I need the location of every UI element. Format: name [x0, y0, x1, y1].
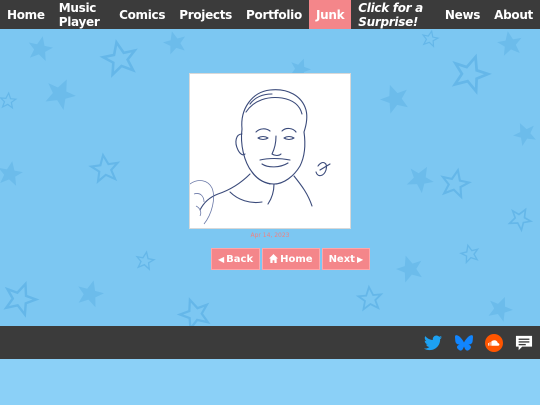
page-bottom	[0, 359, 540, 405]
main-navbar: Home Music Player Comics Projects Portfo…	[0, 0, 540, 29]
nav-home[interactable]: Home	[0, 0, 52, 29]
footer-bar	[0, 326, 540, 359]
twitter-icon[interactable]	[423, 333, 443, 353]
back-button-label: Back	[226, 253, 254, 265]
nav-music-player[interactable]: Music Player	[52, 0, 112, 29]
back-button[interactable]: ◀ Back	[211, 248, 261, 270]
next-button-label: Next	[328, 253, 355, 265]
post-navigation: ◀ Back Home Next ▶	[211, 248, 371, 270]
caret-left-icon: ◀	[218, 254, 225, 264]
home-icon	[269, 253, 279, 265]
artwork-image	[189, 73, 351, 229]
chat-icon[interactable]	[514, 333, 534, 353]
home-button[interactable]: Home	[262, 248, 320, 270]
nav-comics[interactable]: Comics	[112, 0, 172, 29]
bluesky-icon[interactable]	[454, 333, 474, 353]
content-area: Apr 14, 2023 ◀ Back Home Next ▶	[0, 29, 540, 326]
nav-junk[interactable]: Junk	[308, 0, 352, 29]
next-button[interactable]: Next ▶	[321, 248, 371, 270]
nav-projects[interactable]: Projects	[172, 0, 239, 29]
soundcloud-icon[interactable]	[484, 333, 504, 353]
nav-portfolio[interactable]: Portfolio	[239, 0, 309, 29]
nav-surprise[interactable]: Click for a Surprise!	[351, 0, 438, 29]
caret-right-icon: ▶	[356, 254, 364, 264]
nav-news[interactable]: News	[438, 0, 487, 29]
nav-about[interactable]: About	[487, 0, 540, 29]
sketch-portrait	[190, 89, 331, 225]
post-date: Apr 14, 2023	[250, 232, 290, 239]
home-button-label: Home	[280, 253, 313, 265]
